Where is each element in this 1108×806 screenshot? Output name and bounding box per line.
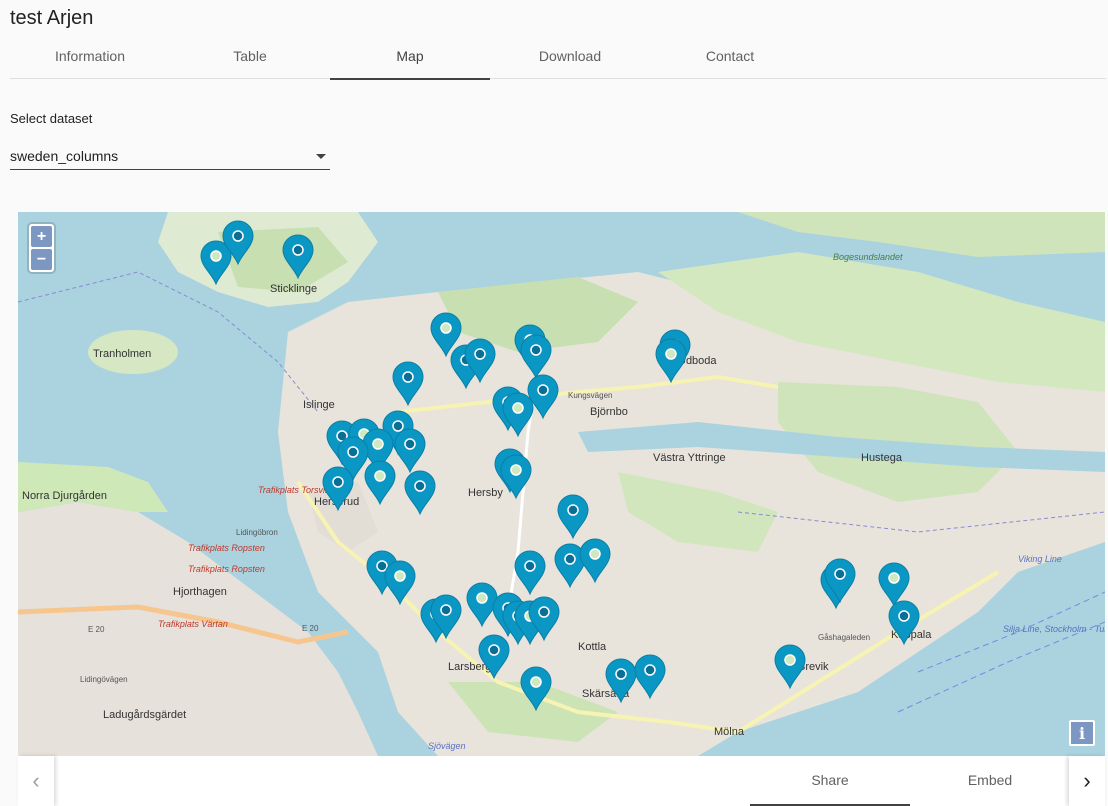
dataset-select-label: Select dataset bbox=[10, 111, 93, 126]
zoom-in-button[interactable]: + bbox=[31, 226, 52, 247]
label-lidingovagen: Lidingövägen bbox=[80, 675, 128, 684]
label-bogesundslandet: Bogesundslandet bbox=[833, 252, 903, 262]
tab-table[interactable]: Table bbox=[170, 34, 330, 78]
label-silja-line: Silja Line, Stockholm - Turku bbox=[1003, 624, 1105, 634]
map-view[interactable]: Sticklinge Tranholmen Islinge Björnbo Vä… bbox=[18, 212, 1105, 756]
label-trafikplats-torsvik: Trafikplats Torsvik bbox=[258, 485, 330, 495]
label-trafikplats-ropsten-1: Trafikplats Ropsten bbox=[188, 543, 265, 553]
zoom-out-button[interactable]: − bbox=[31, 249, 52, 270]
label-norra-djurgarden: Norra Djurgården bbox=[22, 490, 107, 502]
map-info-button[interactable]: i bbox=[1069, 720, 1095, 746]
chevron-left-icon[interactable]: ‹ bbox=[18, 756, 54, 806]
tab-embed[interactable]: Embed bbox=[910, 756, 1070, 804]
label-hersby: Hersby bbox=[468, 487, 503, 499]
chevron-right-icon[interactable]: › bbox=[1069, 756, 1105, 806]
caret-down-icon bbox=[316, 154, 326, 159]
tab-share[interactable]: Share bbox=[750, 756, 910, 806]
label-bjornbo: Björnbo bbox=[590, 406, 628, 418]
label-molna: Mölna bbox=[714, 726, 745, 738]
dataset-select[interactable]: sweden_columns bbox=[10, 143, 330, 170]
zoom-control: + − bbox=[29, 224, 54, 272]
label-vastra-yttringe: Västra Yttringe bbox=[653, 452, 726, 464]
dataset-select-value: sweden_columns bbox=[10, 148, 119, 164]
tab-download[interactable]: Download bbox=[490, 34, 650, 78]
label-viking-line: Viking Line bbox=[1018, 554, 1062, 564]
label-lidingobron: Lidingöbron bbox=[236, 528, 278, 537]
label-kungsvagen: Kungsvägen bbox=[568, 391, 612, 400]
map-basemap: Sticklinge Tranholmen Islinge Björnbo Vä… bbox=[18, 212, 1105, 756]
label-e20-2: E 20 bbox=[302, 624, 319, 633]
label-tranholmen: Tranholmen bbox=[93, 348, 151, 360]
label-ladugardsgardet: Ladugårdsgärdet bbox=[103, 709, 186, 721]
tab-contact[interactable]: Contact bbox=[650, 34, 810, 78]
label-trafikplats-vartan: Trafikplats Värtan bbox=[158, 619, 228, 629]
label-islinge: Islinge bbox=[303, 399, 335, 411]
tab-information[interactable]: Information bbox=[10, 34, 170, 78]
label-trafikplats-ropsten-2: Trafikplats Ropsten bbox=[188, 564, 265, 574]
bottom-tab-bar: ‹ Share Embed › bbox=[18, 756, 1105, 806]
main-tabs: Information Table Map Download Contact bbox=[10, 34, 1106, 80]
label-hustega: Hustega bbox=[861, 452, 903, 464]
label-hjorthagen: Hjorthagen bbox=[173, 586, 227, 598]
label-sticklinge: Sticklinge bbox=[270, 283, 317, 295]
label-sjovagen: Sjövägen bbox=[428, 741, 466, 751]
page-title: test Arjen bbox=[10, 7, 94, 29]
tab-map[interactable]: Map bbox=[330, 34, 490, 80]
label-gashagaleden: Gåshagaleden bbox=[818, 633, 870, 642]
label-kottla: Kottla bbox=[578, 641, 607, 653]
label-e20-1: E 20 bbox=[88, 625, 105, 634]
